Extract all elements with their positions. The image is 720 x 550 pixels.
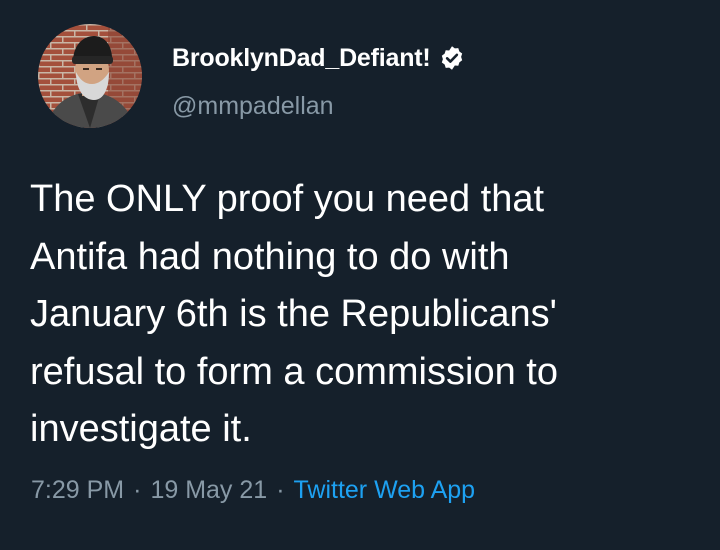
- author-handle[interactable]: @mmpadellan: [172, 92, 334, 121]
- display-name[interactable]: BrooklynDad_Defiant!: [172, 44, 431, 73]
- meta-separator: ·: [133, 476, 142, 504]
- tweet-date[interactable]: 19 May 21: [150, 476, 267, 505]
- tweet-text-line: January 6th is the Republicans': [30, 293, 557, 335]
- tweet-meta: 7:29 PM · 19 May 21 · Twitter Web App: [31, 476, 475, 505]
- tweet-text-line: The ONLY proof you need that: [30, 178, 545, 220]
- tweet-text-line: Antifa had nothing to do with: [30, 235, 510, 278]
- profile-photo-icon: [38, 24, 142, 128]
- tweet-text-line: investigate it.: [30, 408, 252, 450]
- meta-separator: ·: [276, 476, 285, 504]
- tweet-text: The ONLY proof you need that Antifa had …: [30, 171, 710, 459]
- avatar[interactable]: [38, 24, 142, 128]
- author-name-row[interactable]: BrooklynDad_Defiant!: [172, 40, 465, 76]
- tweet-card: BrooklynDad_Defiant! @mmpadellan The ONL…: [0, 0, 720, 550]
- tweet-text-line: refusal to form a commission to: [30, 350, 558, 393]
- tweet-source-link[interactable]: Twitter Web App: [294, 476, 476, 505]
- tweet-time[interactable]: 7:29 PM: [31, 476, 124, 505]
- verified-badge-icon: [439, 45, 465, 71]
